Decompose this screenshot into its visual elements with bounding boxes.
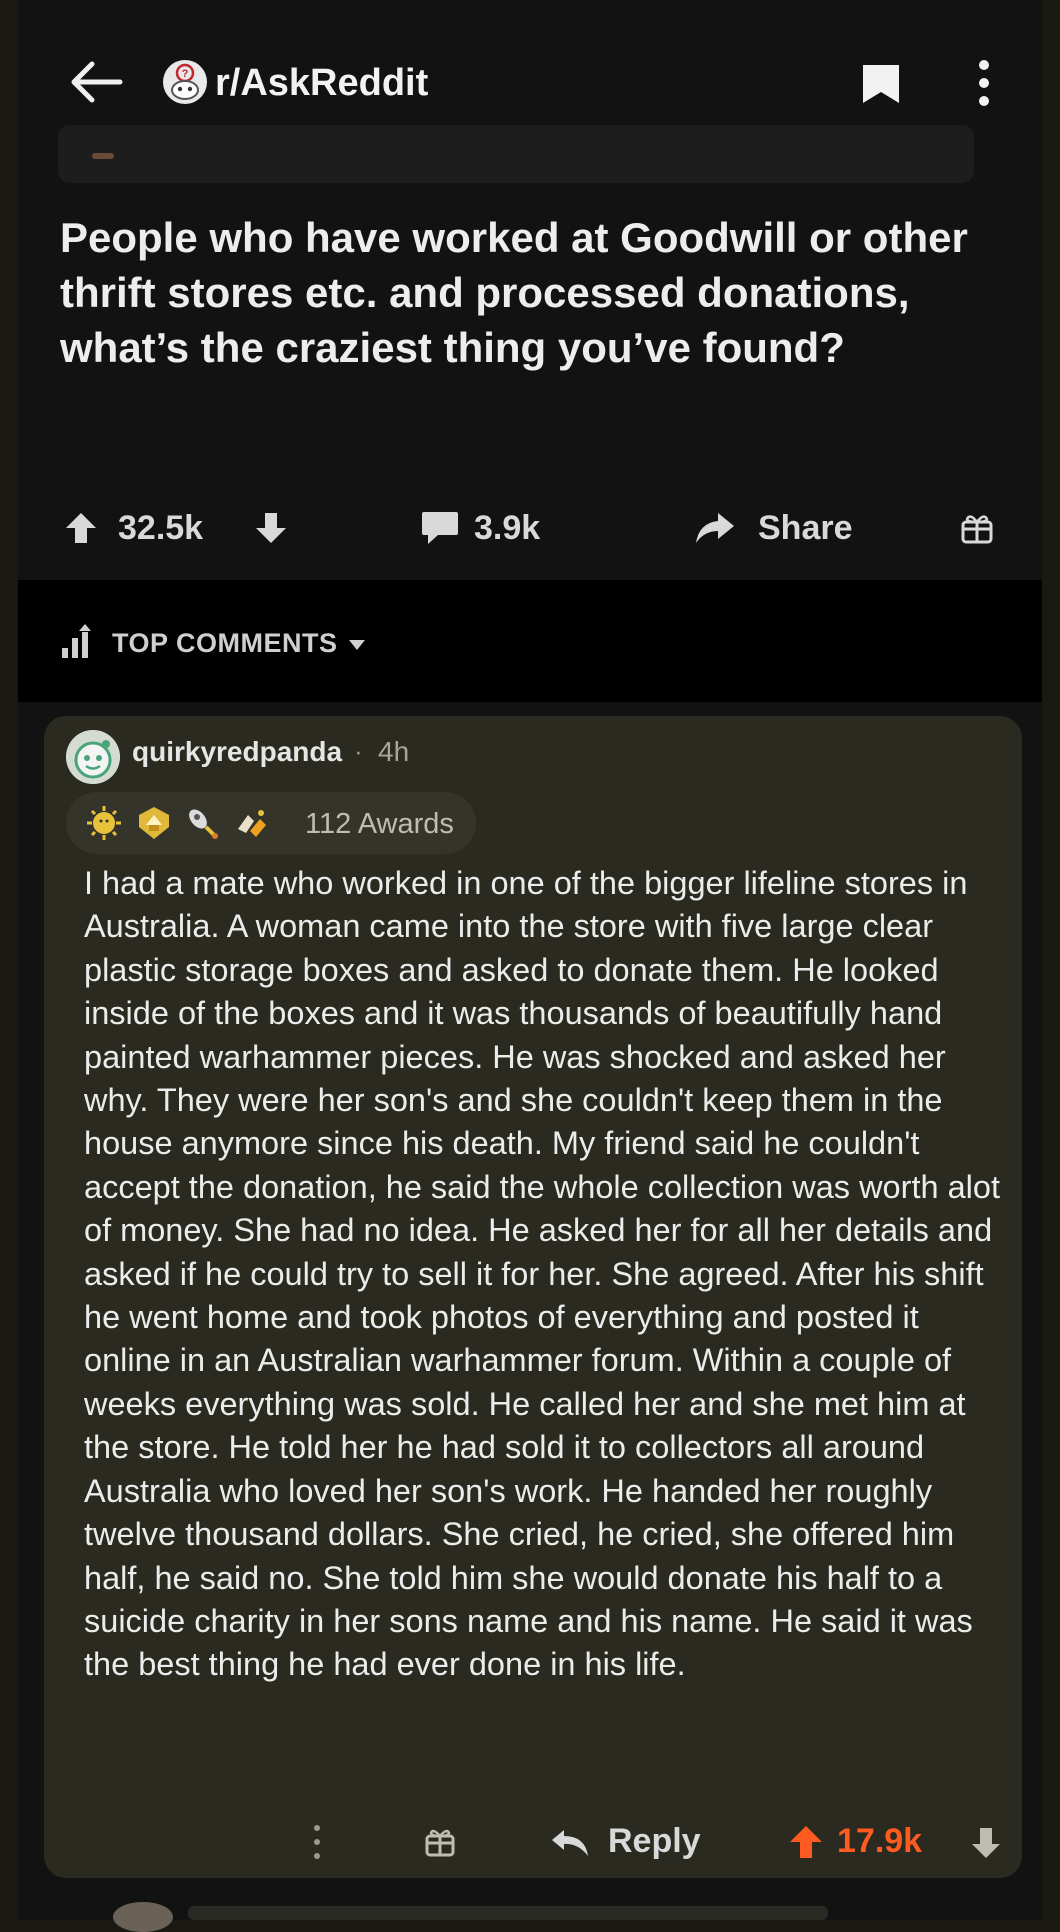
back-arrow-icon[interactable] <box>70 60 124 104</box>
downvote-arrow-icon[interactable] <box>254 511 288 545</box>
gift-icon <box>961 515 993 544</box>
share-label[interactable]: Share <box>758 500 853 556</box>
comments-button[interactable] <box>420 500 460 556</box>
post-score: 32.5k <box>118 508 204 547</box>
comment-sort-bar[interactable]: TOP COMMENTS <box>18 580 1042 702</box>
more-options-icon[interactable] <box>313 1824 321 1860</box>
award-gift-button[interactable] <box>960 500 994 556</box>
gift-icon[interactable] <box>424 1826 456 1858</box>
sun-award-icon <box>86 805 122 841</box>
upvote-arrow-icon[interactable] <box>788 1824 824 1860</box>
subreddit-avatar-icon[interactable]: ? <box>163 60 207 104</box>
hands-award-icon <box>234 805 270 841</box>
comment-author[interactable]: quirkyredpanda <box>132 736 342 768</box>
comment-score: 17.9k <box>837 1822 923 1860</box>
awards-count[interactable]: 112 Awards <box>305 808 454 841</box>
chevron-down-icon[interactable] <box>348 638 366 650</box>
next-comment-preview <box>188 1906 828 1920</box>
crest-award-icon <box>136 805 172 841</box>
awards-pill[interactable]: 112 Awards <box>66 792 476 854</box>
share-arrow-icon <box>696 513 734 543</box>
subreddit-name[interactable]: r/AskReddit <box>215 62 428 105</box>
banner-glyph-icon <box>92 153 114 159</box>
app-frame: ? r/AskReddit People who have worked at … <box>18 0 1042 1932</box>
sort-label[interactable]: TOP COMMENTS <box>112 628 338 659</box>
post-action-bar: 32.5k 3.9k Share <box>18 500 1042 556</box>
rocket-award-icon <box>184 805 220 841</box>
reply-arrow-icon[interactable] <box>550 1828 590 1858</box>
share-button[interactable] <box>694 500 736 556</box>
reply-button[interactable]: Reply <box>608 1822 701 1861</box>
collapsed-post-banner <box>58 125 974 183</box>
meta-separator: · <box>354 736 363 766</box>
post-downvote-button[interactable] <box>254 500 288 556</box>
kebab-menu-icon[interactable] <box>976 58 992 108</box>
comment-body: I had a mate who worked in one of the bi… <box>84 865 1000 1683</box>
next-comment-avatar[interactable] <box>113 1902 173 1932</box>
comment-action-bar: Reply 17.9k <box>44 1816 1022 1868</box>
post-upvote-button[interactable] <box>64 500 98 556</box>
post-title: People who have worked at Goodwill or ot… <box>60 214 968 371</box>
downvote-arrow-icon[interactable] <box>970 1826 1002 1860</box>
upvote-arrow-icon[interactable] <box>64 511 98 545</box>
user-avatar[interactable] <box>66 730 120 784</box>
comment-count: 3.9k <box>474 508 541 547</box>
comment-bubble-icon <box>422 512 458 544</box>
comment-age: 4h <box>378 736 410 767</box>
bookmark-icon[interactable] <box>860 62 902 106</box>
sort-top-icon <box>60 622 96 660</box>
svg-text:?: ? <box>182 68 189 80</box>
comment-card: quirkyredpanda · 4h 112 Awards I had a m… <box>44 716 1022 1878</box>
